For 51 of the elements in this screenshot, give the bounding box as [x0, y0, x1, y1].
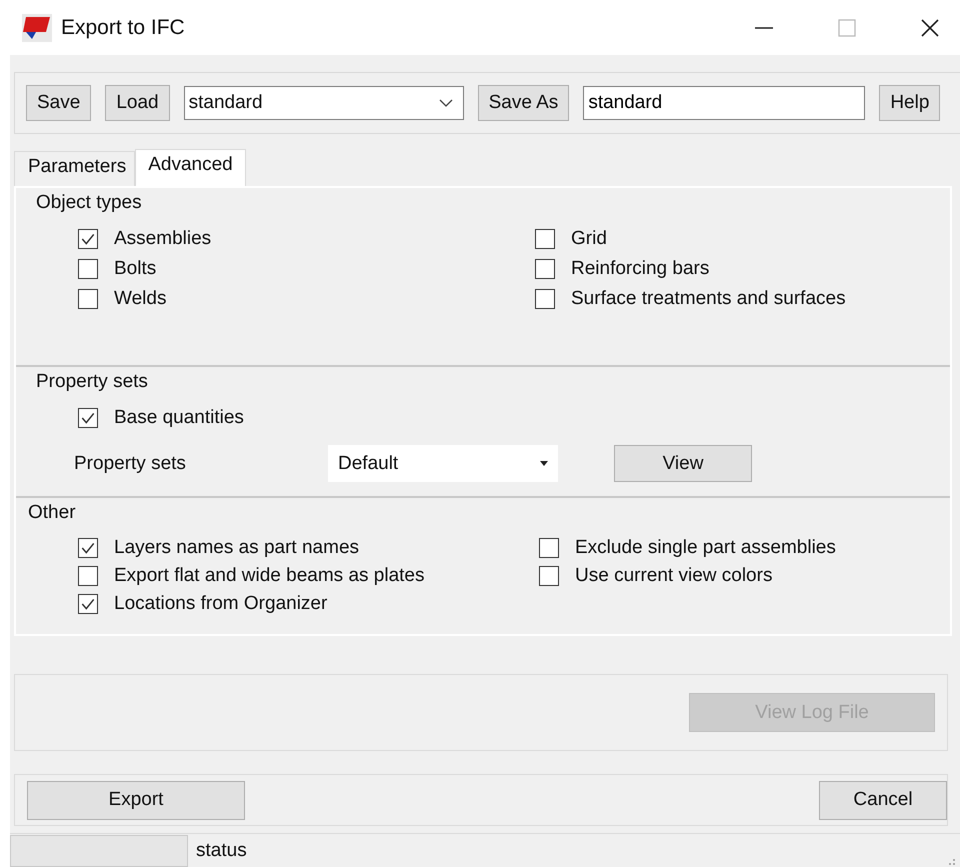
check-icon [80, 231, 96, 247]
checkbox[interactable] [78, 538, 98, 558]
checkbox-label: Export flat and wide beams as plates [114, 565, 425, 587]
app-logo-icon [22, 14, 52, 42]
checkbox-label: Base quantities [114, 407, 244, 429]
checkbox[interactable] [539, 538, 559, 558]
preset-dropdown[interactable]: standard [184, 86, 464, 120]
load-button[interactable]: Load [105, 85, 170, 121]
checkbox-label: Assemblies [114, 228, 212, 250]
check-icon [80, 596, 96, 612]
checkbox-label: Use current view colors [575, 565, 772, 587]
tab[interactable]: Parameters [14, 151, 136, 186]
group-title: Property sets [36, 371, 149, 393]
checkbox[interactable] [78, 566, 98, 586]
check-icon [80, 540, 96, 556]
checkbox[interactable] [78, 259, 98, 279]
chevron-down-icon [438, 99, 453, 107]
checkbox-label: Grid [571, 228, 607, 250]
save-button[interactable]: Save [26, 85, 92, 121]
group-title: Object types [36, 192, 143, 214]
checkbox-label: Locations from Organizer [114, 593, 328, 615]
checkbox[interactable] [535, 289, 555, 309]
name-input-field[interactable]: standard [583, 86, 866, 120]
checkbox-label: Welds [114, 288, 166, 310]
checkbox-label: Layers names as part names [114, 537, 360, 559]
checkbox[interactable] [78, 594, 98, 614]
checkbox[interactable] [78, 229, 98, 249]
export-button[interactable]: Export [27, 780, 245, 820]
window-title: Export to IFC [61, 16, 185, 40]
help-button[interactable]: Help [879, 85, 940, 121]
checkbox[interactable] [535, 229, 555, 249]
close-icon[interactable] [920, 18, 940, 38]
cancel-button[interactable]: Cancel [819, 780, 947, 820]
save-as-button[interactable]: Save As [478, 85, 570, 121]
checkbox[interactable] [539, 566, 559, 586]
checkbox-label: Surface treatments and surfaces [571, 288, 846, 310]
field-label: Property sets [74, 452, 187, 474]
resize-grip-icon [946, 857, 956, 867]
check-icon [80, 410, 96, 426]
group-title: Other [28, 502, 77, 524]
view-button[interactable]: View [614, 445, 752, 482]
checkbox[interactable] [535, 259, 555, 279]
checkbox[interactable] [78, 408, 98, 428]
checkbox[interactable] [78, 289, 98, 309]
checkbox-label: Reinforcing bars [571, 258, 710, 280]
property-sets-dropdown[interactable]: Default [328, 445, 558, 482]
checkbox-label: Exclude single part assemblies [575, 537, 836, 559]
tab[interactable]: Advanced [135, 149, 246, 186]
status-text: status [196, 840, 247, 862]
checkbox-label: Bolts [114, 258, 156, 280]
caret-icon [540, 461, 548, 466]
